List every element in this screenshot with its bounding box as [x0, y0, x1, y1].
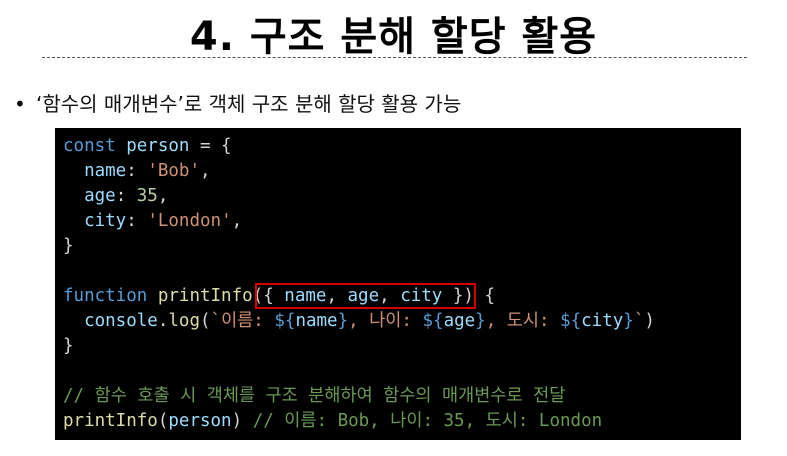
code-punct: }	[63, 236, 74, 256]
code-line-12: printInfo(person) // 이름: Bob, 나이: 35, 도시…	[63, 409, 741, 434]
code-block: const person = { name: 'Bob', age: 35, c…	[55, 128, 741, 440]
code-line-9: }	[63, 334, 741, 359]
code-punct: }	[63, 336, 74, 356]
code-variable: age	[443, 311, 476, 331]
code-punct: ,	[231, 211, 243, 231]
code-function-name: printInfo	[63, 411, 158, 431]
code-punct: (	[157, 411, 169, 431]
code-property: name	[84, 161, 127, 181]
code-keyword: const	[63, 136, 116, 156]
code-line-7: function printInfo({ name, age, city }) …	[63, 283, 741, 309]
code-punct: (	[200, 311, 211, 331]
code-variable: person	[126, 136, 190, 156]
code-string: 'Bob'	[147, 161, 200, 181]
code-punct: .	[157, 311, 169, 331]
code-line-2: name: 'Bob',	[63, 159, 741, 184]
code-variable: name	[295, 311, 338, 331]
code-comment: // 이름: Bob, 나이: 35, 도시: London	[252, 411, 603, 431]
code-punct: = {	[189, 136, 232, 156]
code-line-11: // 함수 호출 시 객체를 구조 분해하여 함수의 매개변수로 전달	[63, 384, 741, 409]
code-interp: ${	[274, 311, 296, 331]
destructuring-highlight-box	[255, 283, 476, 309]
code-comment: // 함수 호출 시 객체를 구조 분해하여 함수의 매개변수로 전달	[63, 386, 566, 406]
bullet-icon: •	[14, 92, 26, 116]
code-string: 'London'	[147, 211, 232, 231]
code-function-name: log	[168, 311, 200, 331]
code-punct: )	[644, 311, 655, 331]
code-string: , 도시:	[485, 311, 561, 331]
code-line-6-blank	[63, 259, 741, 284]
code-punct: ,	[157, 186, 169, 206]
code-interp: ${	[422, 311, 444, 331]
code-number: 35	[136, 186, 158, 206]
code-string: , 나이:	[348, 311, 423, 331]
code-punct: :	[115, 186, 137, 206]
code-object: console	[84, 311, 158, 331]
code-punct: :	[126, 211, 148, 231]
page-title: 4. 구조 분해 할당 활용	[189, 14, 598, 60]
code-line-1: const person = {	[63, 134, 741, 159]
code-string: `이름:	[210, 311, 275, 331]
code-line-10-blank	[63, 359, 741, 384]
code-function-name: printInfo	[157, 286, 253, 306]
code-interp: }	[475, 311, 486, 331]
code-line-8: console.log(`이름: ${name}, 나이: ${age}, 도시…	[63, 309, 741, 334]
code-punct: )	[231, 411, 243, 431]
code-line-5: }	[63, 234, 741, 259]
dashed-divider	[42, 57, 747, 58]
code-punct: ,	[200, 161, 211, 181]
bullet-text: ‘함수의 매개변수’로 객체 구조 분해 할당 활용 가능	[36, 92, 462, 116]
code-interp: }	[337, 311, 349, 331]
code-property: age	[84, 186, 116, 206]
code-line-3: age: 35,	[63, 184, 741, 209]
code-property: city	[84, 211, 127, 231]
code-string: `	[633, 311, 645, 331]
code-variable: person	[168, 411, 232, 431]
code-variable: city	[581, 311, 624, 331]
bullet-item: • ‘함수의 매개변수’로 객체 구조 분해 할당 활용 가능	[14, 88, 461, 117]
code-interp: ${	[560, 311, 582, 331]
code-punct: :	[126, 161, 148, 181]
code-interp: }	[623, 311, 634, 331]
code-line-4: city: 'London',	[63, 209, 741, 234]
code-keyword: function	[63, 286, 148, 306]
